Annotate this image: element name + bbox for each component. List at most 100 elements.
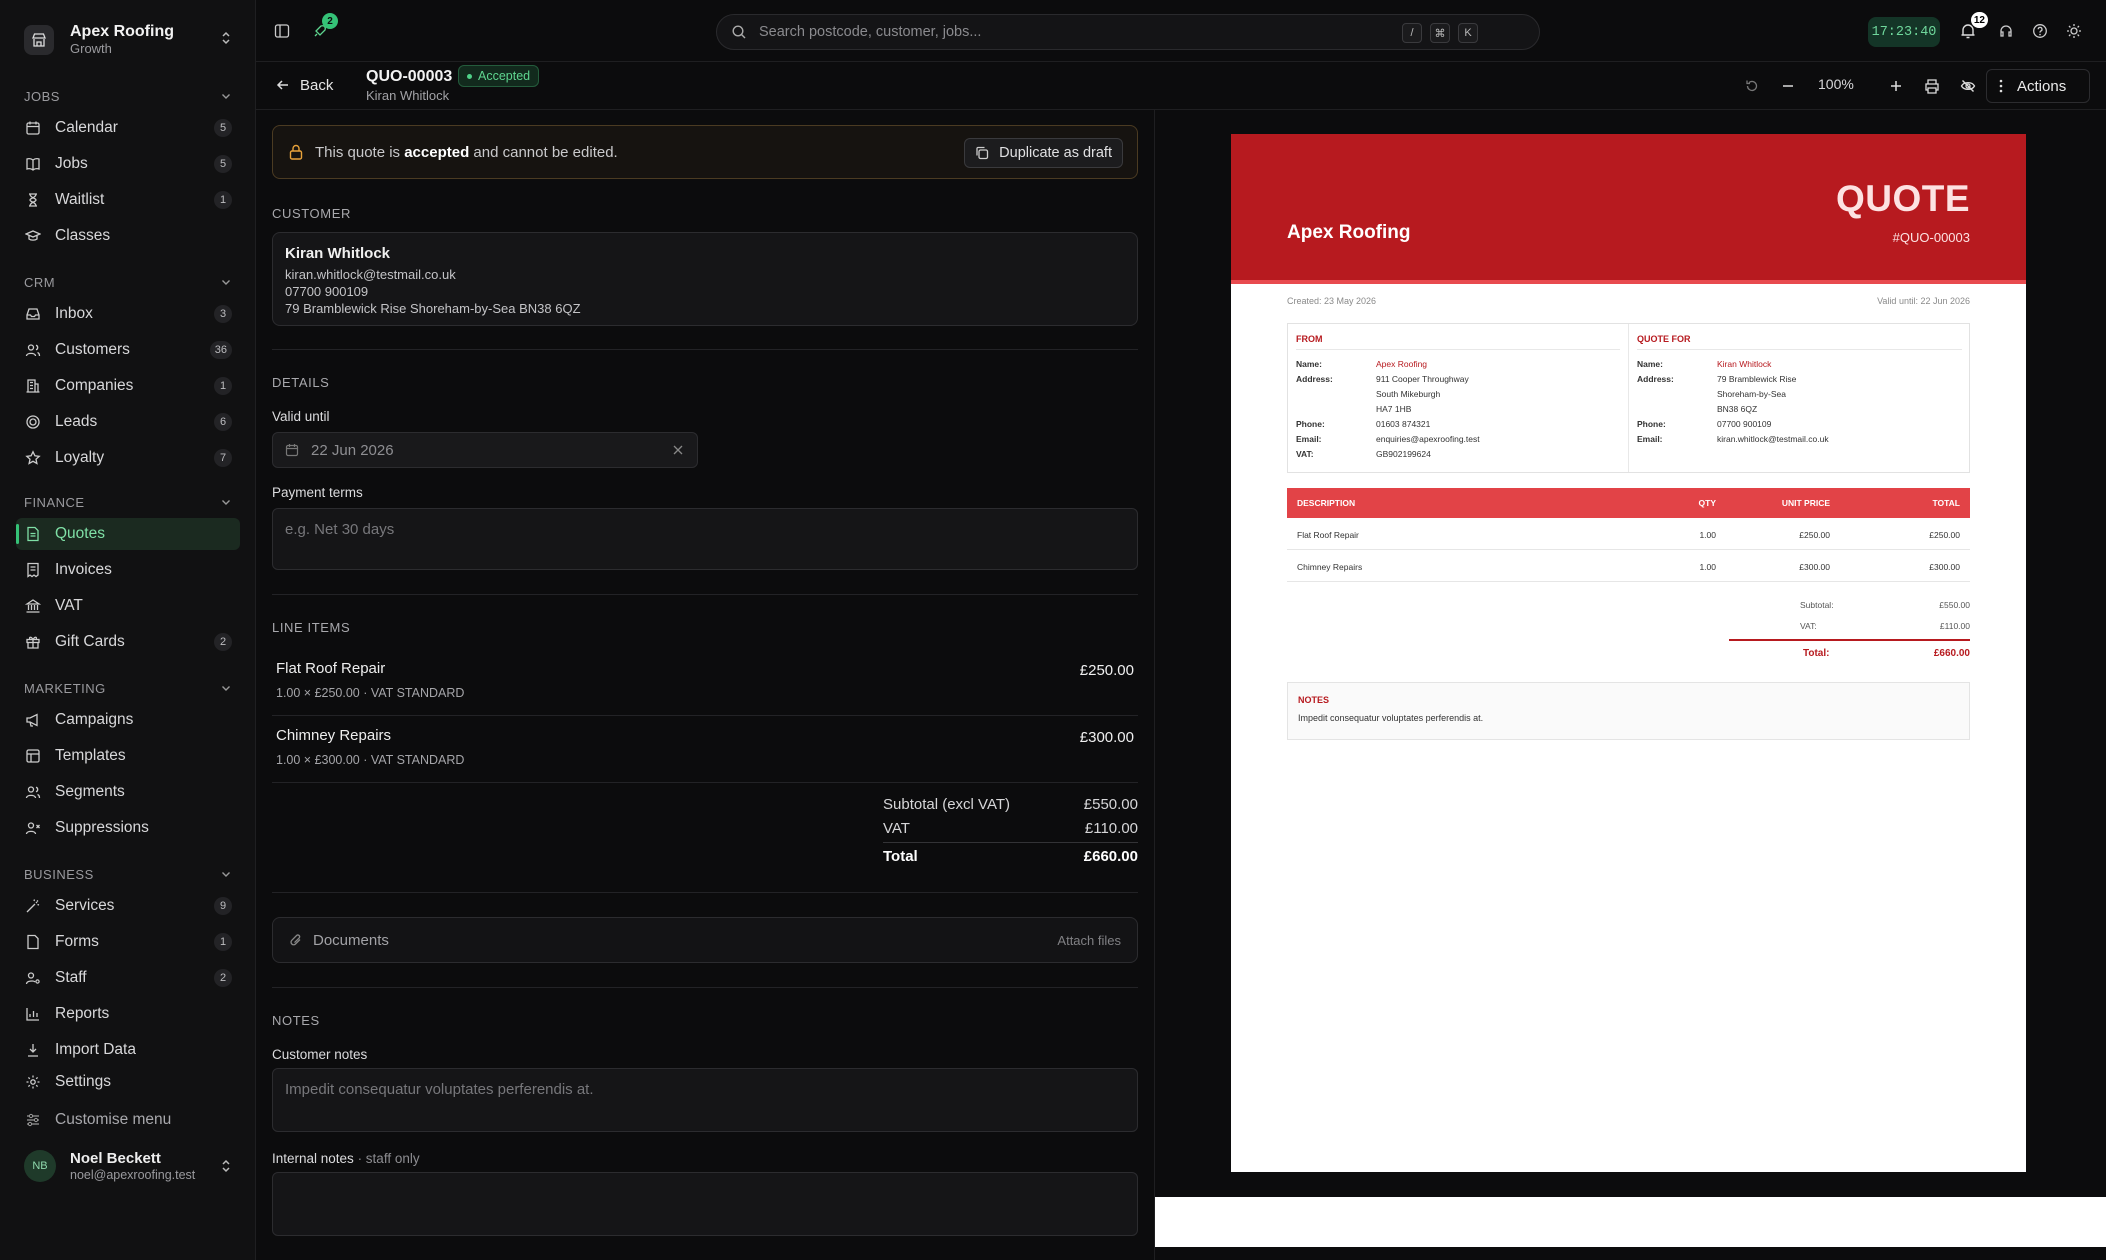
kbd-k: K <box>1458 23 1478 43</box>
doc-for-value: Shoreham-by-Sea <box>1717 389 1786 399</box>
bell-icon[interactable]: 12 <box>1956 12 1988 43</box>
sidebar-item-staff[interactable]: Staff 2 <box>16 962 240 994</box>
sidebar-toggle-icon[interactable] <box>270 19 294 43</box>
sidebar-item-waitlist[interactable]: Waitlist 1 <box>16 184 240 216</box>
eye-off-icon[interactable] <box>1956 74 1980 98</box>
sidebar-section-marketing[interactable]: MARKETING <box>24 678 232 698</box>
sidebar-item-leads[interactable]: Leads 6 <box>16 406 240 438</box>
sidebar-item-templates[interactable]: Templates <box>16 740 240 772</box>
layout-icon <box>25 748 41 764</box>
customer-address: 79 Bramblewick Rise Shoreham-by-Sea BN38… <box>285 301 581 316</box>
org-name: Apex Roofing <box>70 23 174 41</box>
doc-cell-description: Flat Roof Repair <box>1297 530 1359 540</box>
zoom-out-icon[interactable] <box>1776 74 1800 98</box>
help-icon[interactable] <box>2028 19 2052 43</box>
sidebar-item-jobs[interactable]: Jobs 5 <box>16 148 240 180</box>
customise-menu-button[interactable]: Customise menu <box>16 1104 240 1136</box>
sidebar-item-label: Forms <box>55 933 99 950</box>
doc-from-key: Phone: <box>1296 419 1325 429</box>
sidebar-item-companies[interactable]: Companies 1 <box>16 370 240 402</box>
org-switcher[interactable]: Apex Roofing Growth <box>16 16 240 64</box>
internal-notes-field[interactable] <box>272 1172 1138 1236</box>
bar-chart-icon <box>25 1006 41 1022</box>
line-item[interactable]: Flat Roof Repair 1.00 × £250.00 · VAT ST… <box>272 650 1138 716</box>
customise-menu-label: Customise menu <box>55 1111 172 1128</box>
sidebar-item-campaigns[interactable]: Campaigns <box>16 704 240 736</box>
reset-icon[interactable] <box>1740 74 1764 98</box>
valid-until-field[interactable]: 22 Jun 2026 <box>272 432 698 468</box>
sidebar-item-label: Quotes <box>55 525 105 542</box>
graduation-cap-icon <box>25 228 41 244</box>
back-label: Back <box>300 76 334 94</box>
attach-files-button[interactable]: Attach files <box>1057 933 1121 948</box>
back-button[interactable]: Back <box>276 72 333 98</box>
doc-from-value: enquiries@apexroofing.test <box>1376 434 1480 444</box>
sun-icon[interactable] <box>2062 19 2086 43</box>
sidebar-section-crm[interactable]: CRM <box>24 272 232 292</box>
sidebar-item-classes[interactable]: Classes <box>16 220 240 252</box>
doc-from-key: Address: <box>1296 374 1333 384</box>
customer-name: Kiran Whitlock <box>285 245 391 262</box>
doc-for-key <box>1637 402 1717 417</box>
doc-from-row: HA7 1HB <box>1296 402 1620 417</box>
sidebar-item-customers[interactable]: Customers 36 <box>16 334 240 366</box>
rocket-icon[interactable]: 2 <box>308 13 338 43</box>
chevron-down-icon <box>220 496 232 508</box>
sidebar-item-vat[interactable]: VAT <box>16 590 240 622</box>
zoom-in-icon[interactable] <box>1884 74 1908 98</box>
clear-icon[interactable] <box>673 445 683 455</box>
sidebar-item-inbox[interactable]: Inbox 3 <box>16 298 240 330</box>
doc-for-key: Email: <box>1637 434 1663 444</box>
count-badge: 1 <box>214 191 232 209</box>
doc-created: Created: 23 May 2026 <box>1287 296 1377 306</box>
printer-icon[interactable] <box>1920 74 1944 98</box>
doc-number: #QUO-00003 <box>1892 230 1970 245</box>
internal-notes-label: Internal notes · staff only <box>272 1151 420 1166</box>
actions-button[interactable]: Actions <box>1986 69 2090 103</box>
sidebar-item-segments[interactable]: Segments <box>16 776 240 808</box>
sidebar-item-reports[interactable]: Reports <box>16 998 240 1030</box>
doc-cell-description: Chimney Repairs <box>1297 562 1363 572</box>
sidebar-item-invoices[interactable]: Invoices <box>16 554 240 586</box>
user-x-icon <box>25 820 41 836</box>
customer-notes-value: Impedit consequatur voluptates perferend… <box>285 1081 594 1098</box>
sidebar-item-label: Waitlist <box>55 191 105 208</box>
sidebar-item-suppressions[interactable]: Suppressions <box>16 812 240 844</box>
sidebar-section-finance[interactable]: FINANCE <box>24 492 232 512</box>
count-badge: 2 <box>214 633 232 651</box>
search-input[interactable]: Search postcode, customer, jobs... / ⌘ K <box>716 14 1540 50</box>
sidebar-item-quotes[interactable]: Quotes <box>16 518 240 550</box>
chevron-down-icon <box>220 682 232 694</box>
headset-icon[interactable] <box>1994 19 2018 43</box>
paperclip-icon <box>289 932 303 948</box>
doc-from-value: 01603 874321 <box>1376 419 1431 429</box>
sidebar-item-label: Loyalty <box>55 449 105 466</box>
sidebar-item-calendar[interactable]: Calendar 5 <box>16 112 240 144</box>
doc-for-value: 79 Bramblewick Rise <box>1717 374 1797 384</box>
doc-for-row: Email: kiran.whitlock@testmail.co.uk <box>1637 432 1962 447</box>
user-menu[interactable]: NB Noel Beckett noel@apexroofing.test <box>16 1144 240 1188</box>
kbd-cmd: ⌘ <box>1430 23 1450 43</box>
sidebar-item-forms[interactable]: Forms 1 <box>16 926 240 958</box>
sidebar-item-gift-cards[interactable]: Gift Cards 2 <box>16 626 240 658</box>
payment-terms-field[interactable]: e.g. Net 30 days <box>272 508 1138 570</box>
sidebar-section-jobs[interactable]: JOBS <box>24 86 232 106</box>
line-items-heading: LINE ITEMS <box>272 620 351 635</box>
customer-notes-field[interactable]: Impedit consequatur voluptates perferend… <box>272 1068 1138 1132</box>
sidebar-item-loyalty[interactable]: Loyalty 7 <box>16 442 240 474</box>
duplicate-as-draft-button[interactable]: Duplicate as draft <box>964 138 1123 168</box>
sidebar-item-services[interactable]: Services 9 <box>16 890 240 922</box>
documents-dropzone[interactable]: Documents Attach files <box>272 917 1138 963</box>
file-text-icon <box>25 526 41 542</box>
page-header: Back QUO-00003 Accepted Kiran Whitlock 1… <box>256 62 2106 110</box>
customer-card[interactable]: Kiran Whitlock kiran.whitlock@testmail.c… <box>272 232 1138 326</box>
doc-from-row: Name: Apex Roofing <box>1296 357 1620 372</box>
sidebar-item-settings[interactable]: Settings <box>16 1066 240 1098</box>
sidebar-item-import-data[interactable]: Import Data <box>16 1034 240 1066</box>
calendar-icon <box>285 443 299 457</box>
app-root: Apex Roofing Growth JOBS Calendar 5 Jobs 5 Wa… <box>0 0 2106 1260</box>
sidebar-section-business[interactable]: BUSINESS <box>24 864 232 884</box>
details-heading: DETAILS <box>272 375 330 390</box>
line-item[interactable]: Chimney Repairs 1.00 × £300.00 · VAT STA… <box>272 717 1138 783</box>
customer-heading: CUSTOMER <box>272 206 351 221</box>
